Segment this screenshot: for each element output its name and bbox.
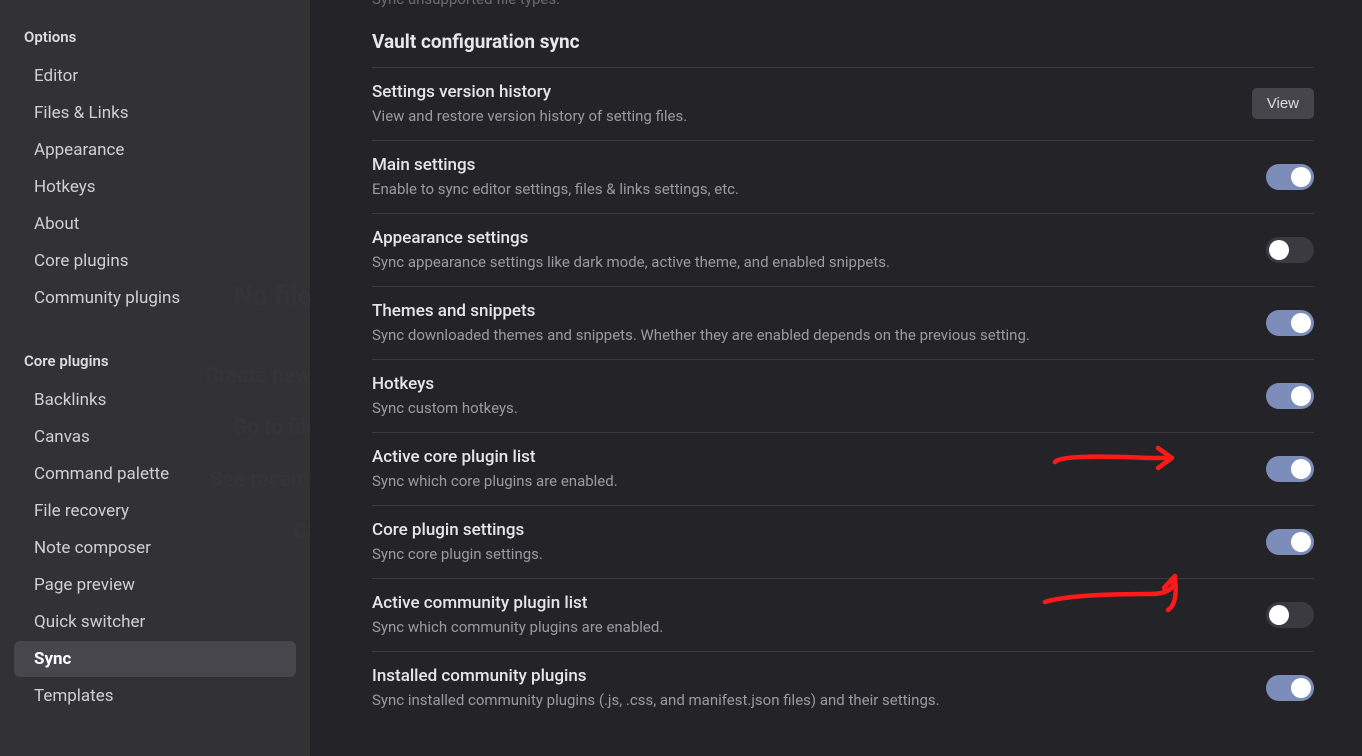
- sidebar-section-header: Core plugins: [10, 344, 300, 378]
- setting-row: Active community plugin list Sync which c…: [372, 578, 1314, 651]
- sidebar-item-note-composer[interactable]: Note composer: [14, 530, 296, 566]
- setting-title: Hotkeys: [372, 374, 1246, 394]
- setting-description: Sync which community plugins are enabled…: [372, 618, 1246, 636]
- setting-description: Sync appearance settings like dark mode,…: [372, 253, 1246, 271]
- section-heading-vault-config-sync: Vault configuration sync: [372, 30, 1314, 53]
- toggle-knob: [1269, 240, 1289, 260]
- setting-description: Sync downloaded themes and snippets. Whe…: [372, 326, 1246, 344]
- setting-title: Themes and snippets: [372, 301, 1246, 321]
- setting-title: Active community plugin list: [372, 593, 1246, 613]
- sidebar-item-command-palette[interactable]: Command palette: [14, 456, 296, 492]
- setting-row: Hotkeys Sync custom hotkeys.: [372, 359, 1314, 432]
- sidebar-item-hotkeys[interactable]: Hotkeys: [14, 169, 296, 205]
- toggle-knob: [1291, 459, 1311, 479]
- sidebar-item-sync[interactable]: Sync: [14, 641, 296, 677]
- setting-row: Settings version history View and restore…: [372, 67, 1314, 140]
- setting-row: Installed community plugins Sync installe…: [372, 651, 1314, 724]
- sidebar-item-community-plugins[interactable]: Community plugins: [14, 280, 296, 316]
- sidebar-item-editor[interactable]: Editor: [14, 58, 296, 94]
- toggle-knob: [1291, 386, 1311, 406]
- toggle-active-community-plugin-list[interactable]: [1266, 602, 1314, 628]
- setting-row: Main settings Enable to sync editor setti…: [372, 140, 1314, 213]
- setting-title: Core plugin settings: [372, 520, 1246, 540]
- sidebar-item-backlinks[interactable]: Backlinks: [14, 382, 296, 418]
- setting-title: Installed community plugins: [372, 666, 1246, 686]
- toggle-knob: [1291, 313, 1311, 333]
- setting-title: Main settings: [372, 155, 1246, 175]
- setting-description: Sync installed community plugins (.js, .…: [372, 691, 1246, 709]
- sidebar-item-templates[interactable]: Templates: [14, 678, 296, 714]
- sidebar-item-appearance[interactable]: Appearance: [14, 132, 296, 168]
- setting-description: Sync which core plugins are enabled.: [372, 472, 1246, 490]
- toggle-knob: [1269, 605, 1289, 625]
- setting-row: Core plugin settings Sync core plugin set…: [372, 505, 1314, 578]
- toggle-knob: [1291, 532, 1311, 552]
- sidebar-item-page-preview[interactable]: Page preview: [14, 567, 296, 603]
- toggle-hotkeys[interactable]: [1266, 383, 1314, 409]
- setting-row: Active core plugin list Sync which core p…: [372, 432, 1314, 505]
- setting-title: Active core plugin list: [372, 447, 1246, 467]
- sidebar-item-files-links[interactable]: Files & Links: [14, 95, 296, 131]
- setting-description: View and restore version history of sett…: [372, 107, 1232, 125]
- settings-sidebar: Options EditorFiles & LinksAppearanceHotk…: [0, 0, 310, 756]
- sidebar-item-file-recovery[interactable]: File recovery: [14, 493, 296, 529]
- sidebar-section-header: Options: [10, 20, 300, 54]
- setting-description: Sync core plugin settings.: [372, 545, 1246, 563]
- sidebar-item-about[interactable]: About: [14, 206, 296, 242]
- view-button[interactable]: View: [1252, 88, 1314, 119]
- toggle-themes-and-snippets[interactable]: [1266, 310, 1314, 336]
- setting-row: Themes and snippets Sync downloaded theme…: [372, 286, 1314, 359]
- toggle-main-settings[interactable]: [1266, 164, 1314, 190]
- toggle-active-core-plugin-list[interactable]: [1266, 456, 1314, 482]
- setting-description: Enable to sync editor settings, files & …: [372, 180, 1246, 198]
- toggle-installed-community-plugins[interactable]: [1266, 675, 1314, 701]
- toggle-appearance-settings[interactable]: [1266, 237, 1314, 263]
- setting-title: Settings version history: [372, 82, 1232, 102]
- truncated-previous-setting: Sync unsupported file types.: [372, 0, 1314, 8]
- toggle-knob: [1291, 167, 1311, 187]
- toggle-knob: [1291, 678, 1311, 698]
- setting-description: Sync custom hotkeys.: [372, 399, 1246, 417]
- settings-main-panel: Sync unsupported file types. Vault confi…: [310, 0, 1362, 756]
- toggle-core-plugin-settings[interactable]: [1266, 529, 1314, 555]
- setting-title: Appearance settings: [372, 228, 1246, 248]
- setting-row: Appearance settings Sync appearance setti…: [372, 213, 1314, 286]
- sidebar-item-canvas[interactable]: Canvas: [14, 419, 296, 455]
- sidebar-item-core-plugins[interactable]: Core plugins: [14, 243, 296, 279]
- sidebar-item-quick-switcher[interactable]: Quick switcher: [14, 604, 296, 640]
